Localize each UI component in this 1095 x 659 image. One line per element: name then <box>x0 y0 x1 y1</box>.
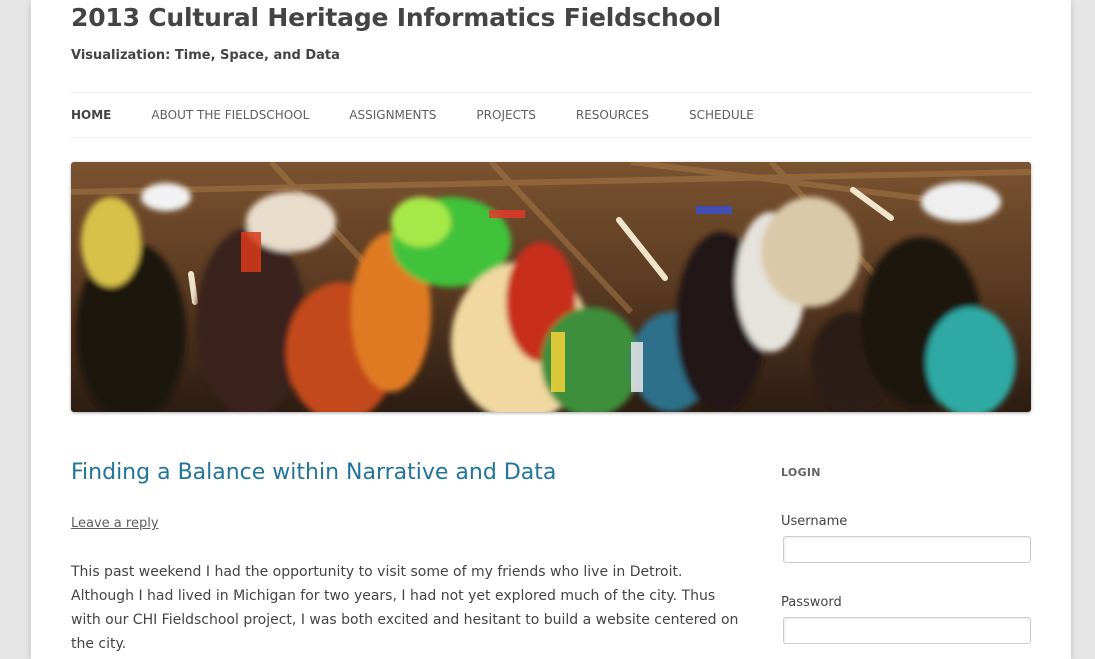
post-text-line: This past weekend I had the opportunity … <box>71 564 683 580</box>
leave-reply-link[interactable]: Leave a reply <box>71 516 159 531</box>
nav-item-resources[interactable]: RESOURCES <box>576 108 649 122</box>
username-label: Username <box>781 514 848 529</box>
page-container: 2013 Cultural Heritage Informatics Field… <box>31 0 1071 659</box>
password-label: Password <box>781 595 842 610</box>
site-description: Visualization: Time, Space, and Data <box>71 48 340 63</box>
username-field[interactable] <box>783 536 1031 563</box>
post-text-line: with our CHI Fieldschool project, I was … <box>71 612 739 628</box>
post-content: This past weekend I had the opportunity … <box>71 560 739 656</box>
post-title[interactable]: Finding a Balance within Narrative and D… <box>71 460 556 485</box>
post-text-line: Although I had lived in Michigan for two… <box>71 588 716 604</box>
password-field[interactable] <box>783 617 1031 644</box>
nav-item-schedule[interactable]: SCHEDULE <box>689 108 754 122</box>
nav-item-about[interactable]: ABOUT THE FIELDSCHOOL <box>151 108 309 122</box>
header-banner-image <box>71 162 1031 412</box>
nav-item-home[interactable]: HOME <box>71 108 111 122</box>
nav-item-projects[interactable]: PROJECTS <box>476 108 535 122</box>
login-widget-title: LOGIN <box>781 466 821 479</box>
site-title[interactable]: 2013 Cultural Heritage Informatics Field… <box>71 3 721 32</box>
nav-item-assignments[interactable]: ASSIGNMENTS <box>349 108 436 122</box>
post-text-line: the city. <box>71 636 127 652</box>
main-navigation: HOME ABOUT THE FIELDSCHOOL ASSIGNMENTS P… <box>71 92 1031 138</box>
